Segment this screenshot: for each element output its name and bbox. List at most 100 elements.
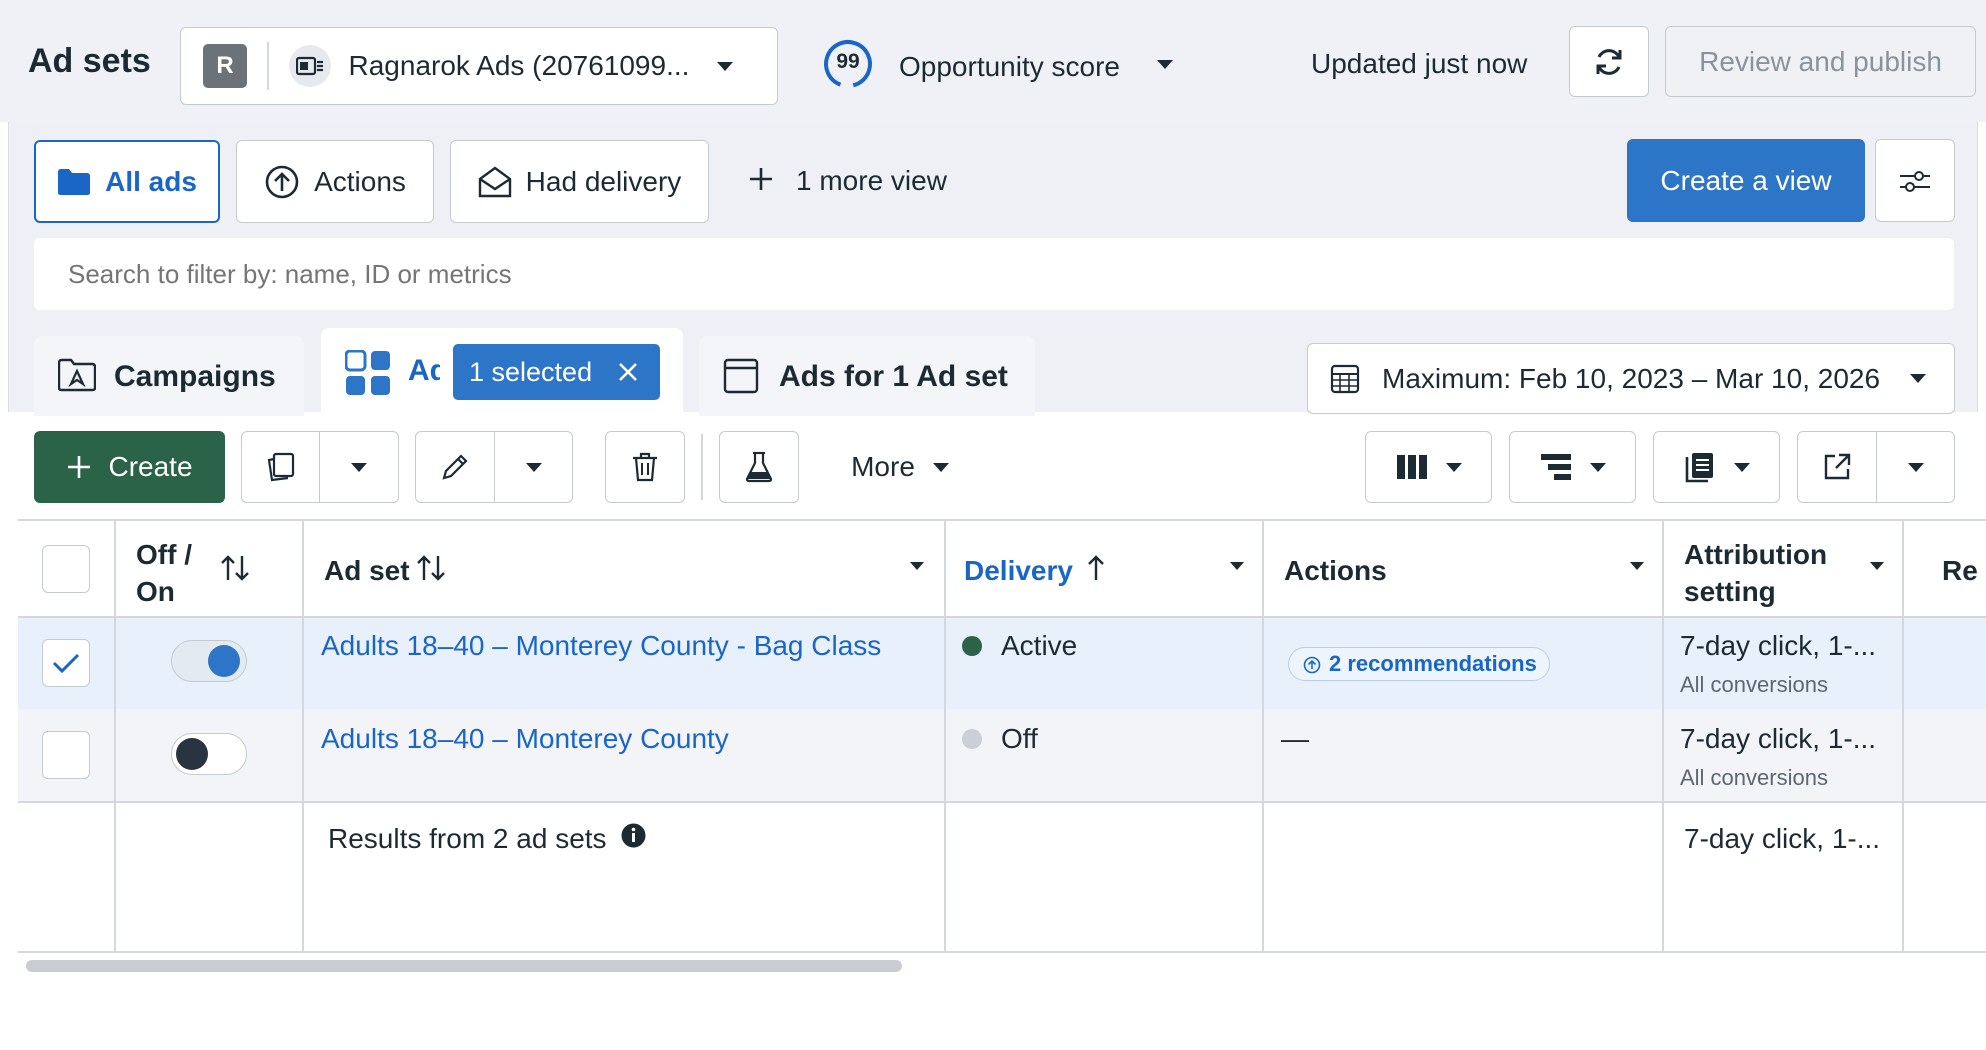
rows-bottom-border bbox=[18, 801, 1986, 803]
status-dot-active bbox=[962, 636, 982, 656]
select-all-checkbox[interactable] bbox=[42, 545, 90, 593]
view-actions-label: Actions bbox=[314, 165, 406, 197]
chevron-down-icon bbox=[1733, 462, 1750, 472]
horizontal-scrollbar[interactable] bbox=[26, 960, 902, 972]
column-header-attribution[interactable]: Attribution setting bbox=[1684, 536, 1827, 610]
search-input[interactable] bbox=[68, 258, 1868, 290]
chevron-down-icon bbox=[1907, 462, 1924, 472]
column-menu-chevron-icon[interactable] bbox=[1630, 562, 1644, 570]
column-header-off-on[interactable]: Off / On bbox=[136, 536, 192, 610]
more-views-link[interactable]: 1 more view bbox=[796, 165, 947, 197]
recommendations-badge[interactable]: 2 recommendations bbox=[1288, 647, 1550, 681]
sort-ascending-icon[interactable] bbox=[1085, 554, 1107, 582]
duplicate-dropdown-button[interactable] bbox=[319, 431, 399, 503]
row-on-off-toggle[interactable] bbox=[171, 733, 247, 775]
status-dot-off bbox=[962, 729, 982, 749]
view-actions-button[interactable]: Actions bbox=[236, 140, 434, 223]
search-bar[interactable] bbox=[34, 238, 1954, 310]
plus-icon bbox=[68, 456, 91, 478]
sort-icon[interactable] bbox=[220, 554, 250, 582]
toggle-knob bbox=[208, 645, 240, 677]
attribution-subtext: All conversions bbox=[1680, 672, 1828, 697]
ad-account-icon bbox=[288, 45, 331, 87]
column-header-results[interactable]: Re bbox=[1942, 555, 1986, 587]
columns-icon bbox=[1396, 455, 1427, 479]
row-on-off-toggle[interactable] bbox=[171, 640, 247, 682]
edit-button[interactable] bbox=[415, 431, 495, 503]
edit-dropdown-button[interactable] bbox=[494, 431, 573, 503]
external-link-icon bbox=[1824, 453, 1851, 480]
reports-button[interactable] bbox=[1653, 431, 1780, 503]
sort-icon[interactable] bbox=[416, 554, 446, 582]
tab-ad-sets[interactable]: Ad 1 selected bbox=[321, 328, 683, 418]
duplicate-button[interactable] bbox=[241, 431, 320, 503]
info-icon[interactable] bbox=[621, 823, 646, 848]
col-divider bbox=[114, 519, 116, 951]
delivery-status: Active bbox=[1001, 630, 1078, 661]
column-menu-chevron-icon[interactable] bbox=[1870, 562, 1884, 570]
pencil-icon bbox=[442, 454, 468, 480]
grid-icon bbox=[345, 350, 390, 395]
ab-test-button[interactable] bbox=[719, 431, 799, 503]
ad-set-name-link[interactable]: Adults 18–40 – Monterey County bbox=[321, 723, 729, 755]
campaign-folder-icon bbox=[58, 358, 96, 392]
date-chevron-down-icon bbox=[1910, 374, 1927, 383]
col-divider bbox=[944, 519, 946, 951]
export-button[interactable] bbox=[1797, 431, 1877, 503]
sliders-icon bbox=[1900, 170, 1930, 192]
export-dropdown-button[interactable] bbox=[1876, 431, 1955, 503]
envelope-open-icon bbox=[478, 166, 511, 197]
chevron-down-icon bbox=[932, 462, 949, 472]
column-header-ad-set[interactable]: Ad set bbox=[324, 555, 410, 587]
selected-chip[interactable]: 1 selected bbox=[453, 344, 660, 400]
create-view-button[interactable]: Create a view bbox=[1627, 139, 1865, 222]
calendar-icon bbox=[1330, 364, 1360, 393]
ad-window-icon bbox=[723, 358, 759, 394]
opportunity-score-label[interactable]: Opportunity score bbox=[899, 51, 1120, 83]
selector-divider bbox=[267, 42, 269, 90]
row-checkbox[interactable] bbox=[42, 639, 90, 687]
refresh-button[interactable] bbox=[1569, 26, 1649, 97]
breakdown-button[interactable] bbox=[1509, 431, 1636, 503]
column-header-delivery[interactable]: Delivery bbox=[964, 555, 1073, 587]
plus-icon bbox=[748, 166, 774, 192]
date-range-picker[interactable]: Maximum: Feb 10, 2023 – Mar 10, 2026 bbox=[1307, 343, 1955, 414]
ad-set-name-link[interactable]: Adults 18–40 – Monterey County - Bag Cla… bbox=[321, 630, 881, 662]
attribution-value: 7-day click, 1-... bbox=[1680, 723, 1877, 754]
arrow-up-circle-icon bbox=[265, 165, 299, 198]
reports-icon bbox=[1685, 453, 1713, 483]
column-menu-chevron-icon[interactable] bbox=[1230, 562, 1244, 570]
view-had-delivery-button[interactable]: Had delivery bbox=[450, 140, 709, 223]
row-checkbox[interactable] bbox=[42, 731, 90, 779]
duplicate-icon bbox=[267, 452, 294, 482]
tab-campaigns[interactable]: Campaigns bbox=[34, 336, 304, 416]
opportunity-chevron-down-icon[interactable] bbox=[1157, 60, 1173, 69]
table-top-border bbox=[18, 519, 1986, 521]
breakdown-icon bbox=[1540, 454, 1571, 480]
view-settings-button[interactable] bbox=[1875, 139, 1955, 222]
tab-ads[interactable]: Ads for 1 Ad set bbox=[699, 336, 1035, 416]
column-menu-chevron-icon[interactable] bbox=[910, 562, 924, 570]
flask-icon bbox=[745, 451, 773, 483]
column-header-actions[interactable]: Actions bbox=[1284, 555, 1387, 587]
summary-bottom-border bbox=[18, 951, 1986, 953]
selected-chip-label: 1 selected bbox=[469, 356, 593, 387]
create-button[interactable]: Create bbox=[34, 431, 225, 503]
view-had-delivery-label: Had delivery bbox=[525, 165, 682, 197]
chevron-down-icon bbox=[351, 462, 367, 472]
view-all-ads-button[interactable]: All ads bbox=[34, 140, 220, 223]
arrow-up-circle-icon bbox=[1303, 656, 1321, 674]
more-menu-label: More bbox=[851, 451, 915, 482]
review-publish-button[interactable]: Review and publish bbox=[1665, 26, 1976, 97]
attribution-value: 7-day click, 1-... bbox=[1680, 630, 1877, 661]
delivery-status: Off bbox=[1001, 723, 1038, 754]
close-icon[interactable] bbox=[618, 362, 638, 382]
tab-campaigns-label: Campaigns bbox=[114, 360, 276, 393]
account-selector[interactable]: R Ragnarok Ads (20761099... bbox=[180, 27, 778, 105]
delete-button[interactable] bbox=[605, 431, 685, 503]
account-avatar: R bbox=[203, 44, 247, 88]
attribution-subtext: All conversions bbox=[1680, 765, 1828, 790]
columns-button[interactable] bbox=[1365, 431, 1492, 503]
refresh-icon bbox=[1596, 48, 1622, 75]
more-menu-button[interactable]: More bbox=[830, 431, 970, 503]
